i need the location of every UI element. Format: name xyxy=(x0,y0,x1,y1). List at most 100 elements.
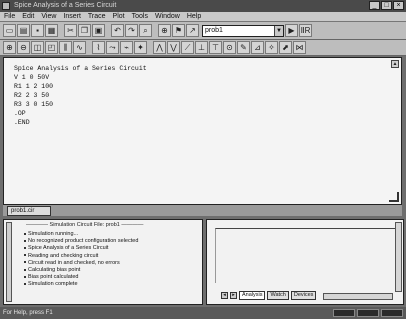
mark-icon[interactable]: ⊿ xyxy=(251,41,264,54)
main-toolbar: ▭ ▤ ▪ ▦ ✂ ❐ ▣ ↶ ↷ ⌕ ⊕ ⚑ ↗ prob1 ▼ ▶ ⅡR xyxy=(0,22,406,40)
menu-help[interactable]: Help xyxy=(187,12,201,21)
scroll-up-icon[interactable]: ▲ xyxy=(391,60,399,68)
title-bar: Spice Analysis of a Series Circuit _ □ × xyxy=(0,0,406,12)
menu-tools[interactable]: Tools xyxy=(132,12,148,21)
arrow-icon[interactable]: ↗ xyxy=(186,24,199,37)
output-line: Circuit read in and checked, no errors xyxy=(24,260,138,267)
netlist-editor[interactable]: Spice Analysis of a Series Circuit V 1 0 … xyxy=(3,57,402,205)
tab-watch[interactable]: Watch xyxy=(267,291,289,300)
netlist-line: .END xyxy=(14,119,30,126)
netlist-line: Spice Analysis of a Series Circuit xyxy=(14,65,147,72)
window-controls: _ □ × xyxy=(369,1,404,10)
find-icon[interactable]: ⌕ xyxy=(139,24,152,37)
zoom-fit-icon[interactable]: ◰ xyxy=(45,41,58,54)
status-indicators xyxy=(333,309,403,317)
netlist-line: R3 3 0 150 xyxy=(14,101,54,108)
text-icon[interactable]: ✧ xyxy=(265,41,278,54)
print-icon[interactable]: ▦ xyxy=(45,24,58,37)
bookmark-icon[interactable]: ⚑ xyxy=(172,24,185,37)
watch-horizontal-scrollbar[interactable] xyxy=(323,293,393,300)
toolbar-separator xyxy=(153,24,157,37)
paste-icon[interactable]: ▣ xyxy=(92,24,105,37)
resize-grip-icon[interactable] xyxy=(389,192,399,202)
zoom-icon[interactable]: ⊕ xyxy=(158,24,171,37)
output-log: Simulation running... No recognized produ… xyxy=(24,231,138,289)
menu-view[interactable]: View xyxy=(41,12,56,21)
netlist-line: R1 1 2 100 xyxy=(14,83,54,90)
menu-plot[interactable]: Plot xyxy=(113,12,125,21)
output-line: Simulation complete xyxy=(24,281,138,288)
menu-window[interactable]: Window xyxy=(155,12,180,21)
output-line: Bias point calculated xyxy=(24,274,138,281)
watch-vertical-scrollbar[interactable] xyxy=(395,222,402,292)
close-button[interactable]: × xyxy=(393,1,404,10)
output-line: Simulation running... xyxy=(24,231,138,238)
output-scrollbar[interactable] xyxy=(6,222,12,302)
editor-tab-strip: prob1.cir xyxy=(3,205,402,216)
tab-prev-icon[interactable]: ◂ xyxy=(221,292,228,299)
toolbar-separator xyxy=(106,24,110,37)
misc-icon[interactable]: ⋈ xyxy=(293,41,306,54)
add-trace-icon[interactable]: ⤳ xyxy=(106,41,119,54)
output-line: Calculating bias point xyxy=(24,267,138,274)
peak-icon[interactable]: ⋀ xyxy=(153,41,166,54)
zoom-area-icon[interactable]: ◫ xyxy=(31,41,44,54)
trough-icon[interactable]: ⋁ xyxy=(167,41,180,54)
perf-icon[interactable]: ⌇ xyxy=(92,41,105,54)
profile-value: prob1 xyxy=(205,26,223,34)
netlist-line: R2 2 3 50 xyxy=(14,92,50,99)
plot-icon[interactable]: ⌁ xyxy=(120,41,133,54)
output-header: ———— Simulation Circuit File: prob1 ———— xyxy=(26,222,144,228)
redo-icon[interactable]: ↷ xyxy=(125,24,138,37)
status-bar: For Help, press F1 xyxy=(0,307,406,319)
editor-vertical-scrollbar[interactable]: ▲ xyxy=(391,60,399,198)
run-simulation-icon[interactable]: ▶ xyxy=(285,24,298,37)
editor-tab-prob1[interactable]: prob1.cir xyxy=(7,206,51,216)
label-icon[interactable]: ✎ xyxy=(237,41,250,54)
status-cell xyxy=(357,309,379,317)
point-icon[interactable]: ⊙ xyxy=(223,41,236,54)
new-icon[interactable]: ▭ xyxy=(3,24,16,37)
cut-icon[interactable]: ✂ xyxy=(64,24,77,37)
log-x-icon[interactable]: ⫼ xyxy=(59,41,72,54)
max-icon[interactable]: ⊤ xyxy=(209,41,222,54)
copy-icon[interactable]: ❐ xyxy=(78,24,91,37)
min-icon[interactable]: ⊥ xyxy=(195,41,208,54)
status-cell xyxy=(333,309,355,317)
zoom-in-icon[interactable]: ⊕ xyxy=(3,41,16,54)
menu-trace[interactable]: Trace xyxy=(88,12,106,21)
menu-edit[interactable]: Edit xyxy=(22,12,34,21)
app-icon[interactable] xyxy=(2,2,10,10)
window-title: Spice Analysis of a Series Circuit xyxy=(14,2,117,9)
watch-area xyxy=(215,228,397,283)
tab-analysis[interactable]: Analysis xyxy=(239,291,266,300)
netlist-line: .OP xyxy=(14,110,26,117)
netlist-text[interactable]: Spice Analysis of a Series Circuit V 1 0 … xyxy=(14,64,147,127)
toolbar-separator xyxy=(59,24,63,37)
output-line: Reading and checking circuit xyxy=(24,253,138,260)
pause-icon[interactable]: ⅡR xyxy=(299,24,312,37)
maximize-button[interactable]: □ xyxy=(381,1,392,10)
chevron-down-icon[interactable]: ▼ xyxy=(274,25,283,36)
status-text: For Help, press F1 xyxy=(3,310,53,316)
watch-pane[interactable]: ◂ ▸ Analysis Watch Devices xyxy=(206,219,404,305)
tab-devices[interactable]: Devices xyxy=(290,291,317,300)
arrow2-icon[interactable]: ⬈ xyxy=(279,41,292,54)
zoom-out-icon[interactable]: ⊖ xyxy=(17,41,30,54)
slope-icon[interactable]: ⟋ xyxy=(181,41,194,54)
menu-bar: File Edit View Insert Trace Plot Tools Window He… xyxy=(0,12,406,22)
minimize-button[interactable]: _ xyxy=(369,1,380,10)
menu-file[interactable]: File xyxy=(4,12,15,21)
undo-icon[interactable]: ↶ xyxy=(111,24,124,37)
output-line: Spice Analysis of a Series Circuit xyxy=(24,245,138,252)
cursor-icon[interactable]: ✦ xyxy=(134,41,147,54)
open-icon[interactable]: ▤ xyxy=(17,24,30,37)
probe-toolbar: ⊕ ⊖ ◫ ◰ ⫼ ∿ ⌇ ⤳ ⌁ ✦ ⋀ ⋁ ⟋ ⊥ ⊤ ⊙ ✎ ⊿ ✧ ⬈ ⋈ xyxy=(0,40,406,56)
profile-combo[interactable]: prob1 ▼ xyxy=(202,24,284,37)
tab-next-icon[interactable]: ▸ xyxy=(230,292,237,299)
save-icon[interactable]: ▪ xyxy=(31,24,44,37)
simulation-output-pane[interactable]: ———— Simulation Circuit File: prob1 ————… xyxy=(3,219,203,305)
toolbar-separator xyxy=(87,41,91,54)
menu-insert[interactable]: Insert xyxy=(63,12,81,21)
fourier-icon[interactable]: ∿ xyxy=(73,41,86,54)
